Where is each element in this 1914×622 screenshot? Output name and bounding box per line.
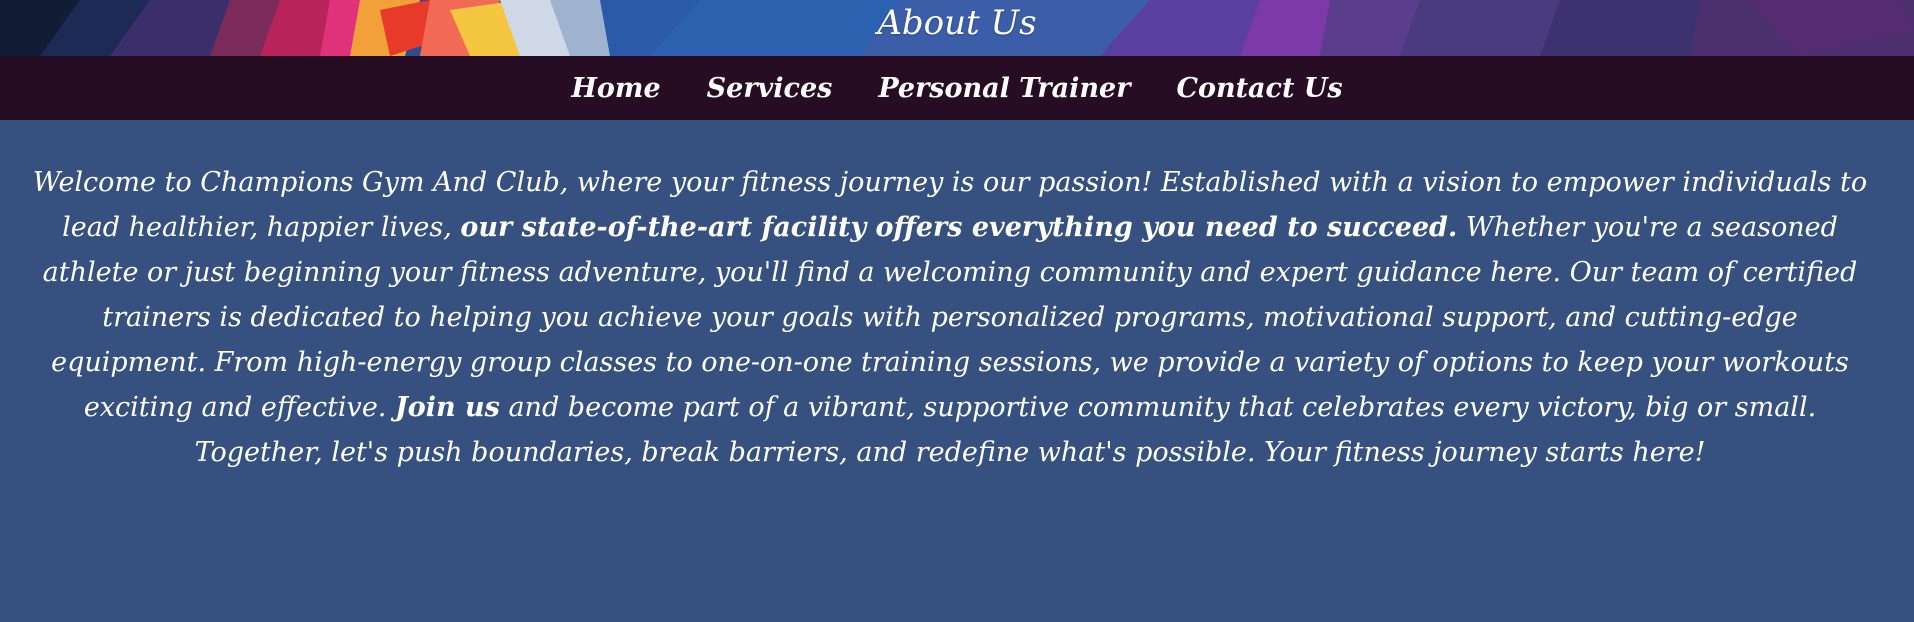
- about-text-bold-join-us: Join us: [394, 392, 500, 423]
- about-paragraph: Welcome to Champions Gym And Club, where…: [30, 160, 1870, 475]
- nav-link-services[interactable]: Services: [707, 73, 833, 104]
- header-banner: About Us: [0, 0, 1914, 56]
- about-text-bold-facility: our state-of-the-art facility offers eve…: [460, 212, 1458, 243]
- nav-link-personal-trainer[interactable]: Personal Trainer: [878, 73, 1130, 104]
- main-navigation: Home Services Personal Trainer Contact U…: [0, 56, 1914, 120]
- page-title: About Us: [0, 0, 1914, 56]
- nav-link-contact-us[interactable]: Contact Us: [1176, 73, 1342, 104]
- nav-link-home[interactable]: Home: [571, 73, 660, 104]
- page-title-text: About Us: [877, 3, 1037, 43]
- page: About Us Home Services Personal Trainer …: [0, 0, 1914, 622]
